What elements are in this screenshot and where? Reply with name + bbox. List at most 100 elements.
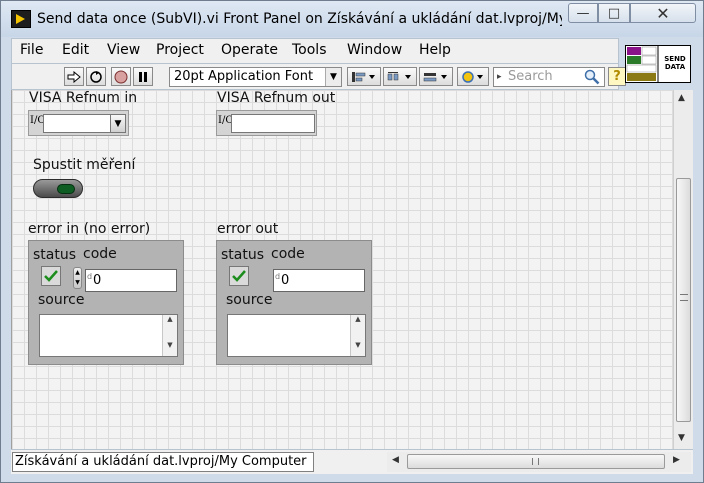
grip-icon — [680, 294, 688, 301]
scroll-left-icon[interactable]: ◀ — [392, 455, 399, 465]
error-in-status-label: status — [33, 247, 77, 263]
vi-connector-icon: SEND DATA — [625, 45, 691, 83]
distribute-objects-button[interactable] — [383, 67, 417, 86]
error-in-code-label: code — [83, 246, 117, 262]
pause-icon — [139, 71, 147, 82]
error-out-source-field: ▲ ▼ — [227, 314, 366, 357]
visa-refnum-in-control[interactable]: I/O ▼ — [28, 110, 129, 136]
spin-up-icon: ▲ — [75, 269, 80, 276]
reorder-button[interactable] — [457, 67, 489, 86]
error-in-cluster: status code ▲ ▼ d 0 source ▲ ▼ — [28, 240, 184, 365]
error-out-code-value: 0 — [281, 273, 290, 288]
scroll-right-icon[interactable]: ▶ — [673, 455, 680, 465]
pause-button[interactable] — [133, 67, 153, 86]
error-in-label: error in (no error) — [28, 221, 151, 237]
menu-help[interactable]: Help — [419, 42, 451, 58]
error-out-label: error out — [217, 221, 279, 237]
radix-icon: d — [275, 272, 281, 281]
visa-refnum-out-indicator: I/O — [216, 110, 317, 136]
error-out-code-label: code — [271, 246, 305, 262]
vi-icon-text-line1: SEND — [664, 55, 686, 63]
boolean-led-icon — [57, 184, 75, 194]
visa-refnum-out-label: VISA Refnum out — [217, 90, 336, 106]
error-in-code-field[interactable]: d 0 — [85, 269, 177, 292]
project-path[interactable]: Získávání a ukládání dat.lvproj/My Compu… — [12, 452, 314, 472]
scroll-down-icon: ▼ — [355, 341, 361, 349]
align-objects-button[interactable] — [347, 67, 381, 86]
menu-project[interactable]: Project — [156, 42, 204, 58]
menu-operate[interactable]: Operate — [221, 42, 278, 58]
run-continuously-button[interactable] — [86, 67, 106, 86]
vertical-scroll-thumb[interactable] — [676, 178, 691, 422]
error-in-source-label: source — [38, 292, 85, 308]
help-question-icon: ? — [613, 69, 621, 84]
menu-tools[interactable]: Tools — [292, 42, 327, 58]
close-button[interactable]: ✕ — [630, 3, 696, 23]
vi-icon-text-line2: DATA — [664, 63, 686, 71]
scroll-up-icon[interactable]: ▲ — [678, 93, 685, 103]
minimize-button[interactable]: — — [568, 3, 598, 23]
scroll-down-icon: ▼ — [167, 341, 173, 349]
visa-refnum-in-field[interactable] — [43, 114, 111, 133]
visa-refnum-in-label: VISA Refnum in — [29, 90, 138, 106]
search-expand-icon: ▸ — [497, 72, 502, 82]
scroll-up-icon: ▲ — [167, 315, 173, 323]
error-out-status-indicator — [229, 266, 249, 286]
search-input[interactable]: ▸ Search — [493, 67, 605, 87]
horizontal-scroll-thumb[interactable] — [407, 454, 665, 469]
chevron-down-icon: ▼ — [325, 68, 341, 86]
chevron-down-icon: ▼ — [114, 118, 122, 129]
spustit-mereni-button[interactable] — [33, 179, 83, 198]
vertical-scrollbar[interactable]: ▲ ▼ — [673, 90, 693, 449]
source-scrollbar[interactable]: ▲ ▼ — [350, 315, 365, 356]
checkmark-icon — [232, 270, 246, 282]
reorder-icon — [462, 70, 483, 83]
menu-file[interactable]: File — [20, 42, 43, 58]
checkmark-icon — [44, 270, 58, 282]
error-in-code-spinner[interactable]: ▲ ▼ — [73, 267, 82, 289]
run-arrow-icon — [67, 70, 81, 83]
visa-refnum-out-field — [231, 114, 315, 133]
toolbar: 20pt Application Font ▼ ▸ Search ? — [11, 64, 626, 90]
front-panel-canvas: VISA Refnum in I/O ▼ VISA Refnum out I/O… — [11, 90, 673, 449]
error-in-status-checkbox[interactable] — [41, 266, 61, 286]
error-out-code-field: d 0 — [273, 269, 365, 292]
font-selector-value: 20pt Application Font — [174, 69, 314, 84]
source-scrollbar[interactable]: ▲ ▼ — [162, 315, 177, 356]
resize-objects-button[interactable] — [419, 67, 453, 86]
maximize-icon: □ — [607, 5, 621, 21]
error-out-status-label: status — [221, 247, 265, 263]
font-selector[interactable]: 20pt Application Font ▼ — [169, 67, 342, 87]
window-title: Send data once (SubVI).vi Front Panel on… — [37, 11, 562, 27]
horizontal-scrollbar[interactable]: ◀ ▶ — [387, 452, 691, 472]
maximize-button[interactable]: □ — [598, 3, 630, 23]
menu-edit[interactable]: Edit — [62, 42, 89, 58]
align-objects-icon — [352, 71, 375, 82]
context-help-button[interactable]: ? — [608, 67, 626, 86]
labview-front-panel-window: Send data once (SubVI).vi Front Panel on… — [0, 0, 704, 483]
menu-bar: File Edit View Project Operate Tools Win… — [11, 38, 619, 64]
abort-stop-icon — [114, 70, 128, 83]
distribute-objects-icon — [387, 71, 411, 80]
resize-objects-icon — [423, 72, 447, 81]
spin-down-icon: ▼ — [75, 279, 80, 286]
search-placeholder: Search — [508, 69, 553, 84]
run-button[interactable] — [64, 67, 84, 86]
error-out-source-label: source — [226, 292, 273, 308]
scroll-down-icon[interactable]: ▼ — [678, 433, 685, 443]
visa-refnum-in-dropdown[interactable]: ▼ — [110, 114, 126, 133]
error-out-cluster: status code d 0 source ▲ ▼ — [216, 240, 372, 365]
status-bar: Získávání a ukládání dat.lvproj/My Compu… — [11, 449, 693, 474]
scroll-up-icon: ▲ — [355, 315, 361, 323]
menu-view[interactable]: View — [107, 42, 140, 58]
minimize-icon: — — [576, 5, 590, 21]
close-icon: ✕ — [656, 3, 670, 23]
title-bar: Send data once (SubVI).vi Front Panel on… — [1, 1, 703, 37]
abort-button[interactable] — [111, 67, 131, 86]
error-in-source-field[interactable]: ▲ ▼ — [39, 314, 178, 357]
labview-app-icon — [11, 10, 31, 28]
spustit-mereni-label: Spustit měření — [33, 157, 136, 173]
radix-icon: d — [87, 272, 93, 281]
run-continuously-icon — [90, 70, 102, 83]
menu-window[interactable]: Window — [347, 42, 402, 58]
